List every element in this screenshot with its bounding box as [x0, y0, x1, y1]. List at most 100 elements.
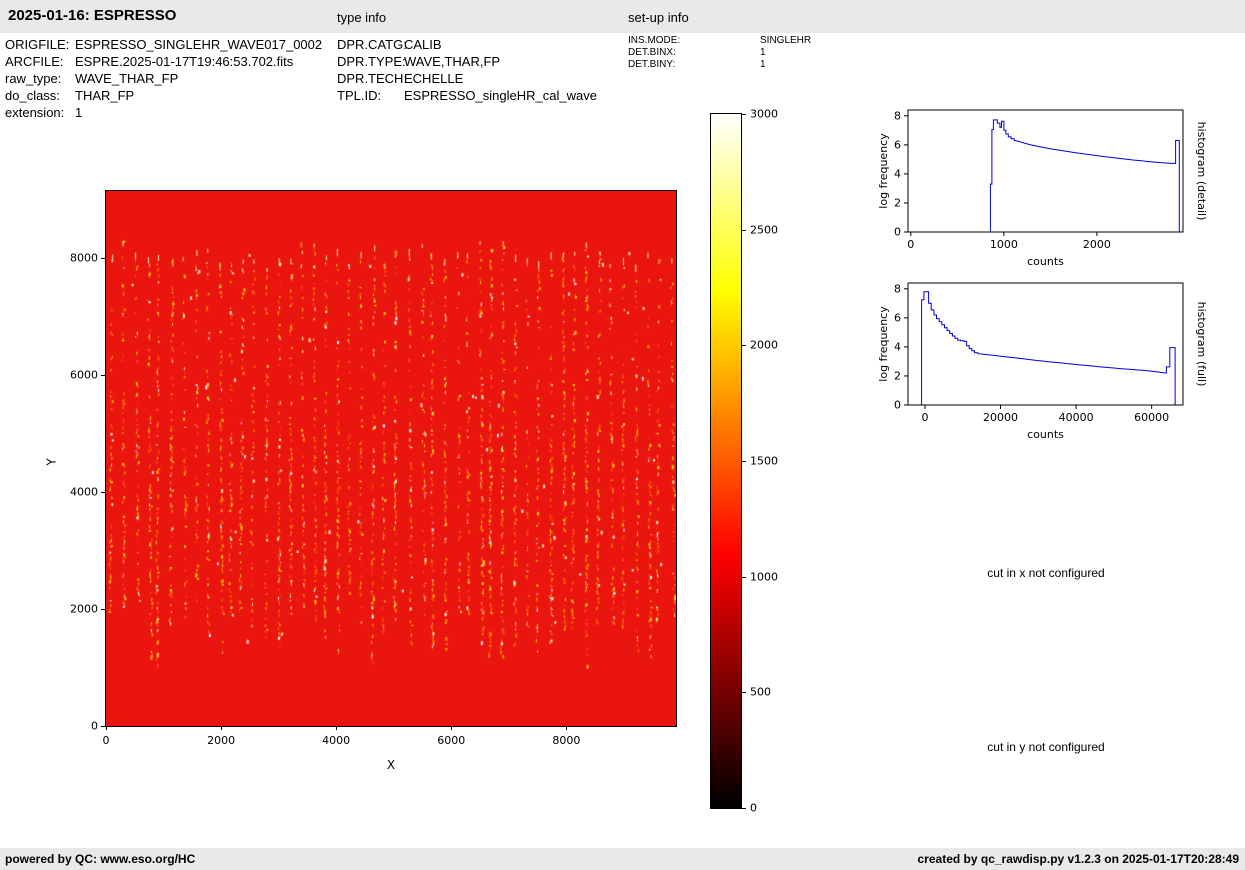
arcfile-value: ESPRE.2025-01-17T19:46:53.702.fits — [75, 54, 293, 69]
footer-credit: created by qc_rawdisp.py v1.2.3 on 2025-… — [918, 852, 1240, 866]
tick-mark — [336, 726, 337, 730]
extension-value: 1 — [75, 105, 82, 120]
detector-image-plot: 0200040006000800002000400060008000 — [105, 190, 677, 727]
x-tick-label: 1000 — [990, 238, 1018, 251]
detector-image — [106, 191, 676, 726]
x-tick-label: 0 — [907, 238, 914, 251]
plot-frame — [908, 110, 1183, 232]
histogram-line — [990, 120, 1179, 232]
rawtype-label: raw_type: — [5, 70, 75, 87]
y-tick-label: 8 — [894, 282, 901, 295]
file-info-block: ORIGFILE:ESPRESSO_SINGLEHR_WAVE017_0002 … — [5, 36, 322, 121]
origfile-label: ORIGFILE: — [5, 36, 75, 53]
colorbar-gradient — [711, 114, 741, 808]
detector-y-axis-label: Y — [45, 458, 59, 465]
dpr-type-value: WAVE,THAR,FP — [404, 54, 500, 69]
tpl-id-label: TPL.ID: — [337, 87, 404, 104]
arcfile-label: ARCFILE: — [5, 53, 75, 70]
cut-y-message: cut in y not configured — [987, 740, 1104, 754]
header-bar: 2025-01-16: ESPRESSO type info set-up in… — [0, 0, 1245, 33]
tick-label: 3000 — [750, 108, 778, 121]
tick-label: 0 — [103, 734, 110, 747]
rawtype-row: raw_type:WAVE_THAR_FP — [5, 70, 322, 87]
setup-info-block: INS.MODE:SINGLEHR DET.BINX:1 DET.BINY:1 — [628, 35, 811, 71]
y-tick-label: 0 — [894, 399, 901, 412]
plot-frame — [908, 283, 1183, 405]
tick-label: 2000 — [70, 602, 98, 615]
tpl-id-value: ESPRESSO_singleHR_cal_wave — [404, 88, 597, 103]
x-axis-label: counts — [1027, 255, 1064, 268]
y-tick-label: 4 — [894, 340, 901, 353]
rawtype-value: WAVE_THAR_FP — [75, 71, 178, 86]
tick-mark — [101, 492, 105, 493]
colorbar: 050010001500200025003000 — [710, 113, 742, 809]
tick-mark — [101, 375, 105, 376]
tick-label: 1500 — [750, 455, 778, 468]
doclass-value: THAR_FP — [75, 88, 134, 103]
dpr-type-label: DPR.TYPE: — [337, 53, 404, 70]
tick-label: 6000 — [70, 368, 98, 381]
y-tick-label: 0 — [894, 226, 901, 239]
det-binx-value: 1 — [760, 47, 766, 58]
tick-label: 2000 — [207, 734, 235, 747]
tick-label: 0 — [750, 802, 757, 815]
tick-mark — [742, 345, 746, 346]
histogram-line — [922, 292, 1176, 405]
x-tick-label: 60000 — [1134, 411, 1169, 424]
type-info-block: DPR.CATG:CALIB DPR.TYPE:WAVE,THAR,FP DPR… — [337, 36, 597, 104]
x-tick-label: 20000 — [983, 411, 1018, 424]
tpl-id-row: TPL.ID:ESPRESSO_singleHR_cal_wave — [337, 87, 597, 104]
qc-report-page: 2025-01-16: ESPRESSO type info set-up in… — [0, 0, 1245, 870]
det-biny-value: 1 — [760, 59, 766, 70]
det-binx-label: DET.BINX: — [628, 47, 760, 59]
dpr-tech-label: DPR.TECH: — [337, 70, 404, 87]
tick-label: 2500 — [750, 223, 778, 236]
doclass-row: do_class:THAR_FP — [5, 87, 322, 104]
footer-qc-link[interactable]: powered by QC: www.eso.org/HC — [5, 852, 195, 866]
plot-side-title: histogram (full) — [1195, 302, 1208, 387]
tick-label: 4000 — [322, 734, 350, 747]
setup-info-heading: set-up info — [628, 10, 689, 25]
extension-row: extension:1 — [5, 104, 322, 121]
arcfile-row: ARCFILE:ESPRE.2025-01-17T19:46:53.702.fi… — [5, 53, 322, 70]
y-tick-label: 4 — [894, 167, 901, 180]
tick-label: 6000 — [437, 734, 465, 747]
tick-label: 4000 — [70, 485, 98, 498]
dpr-type-row: DPR.TYPE:WAVE,THAR,FP — [337, 53, 597, 70]
tick-label: 8000 — [552, 734, 580, 747]
doclass-label: do_class: — [5, 87, 75, 104]
tick-label: 500 — [750, 686, 771, 699]
x-axis-label: counts — [1027, 428, 1064, 441]
det-biny-row: DET.BINY:1 — [628, 59, 811, 71]
y-tick-label: 2 — [894, 369, 901, 382]
type-info-heading: type info — [337, 10, 386, 25]
tick-mark — [101, 609, 105, 610]
dpr-catg-label: DPR.CATG: — [337, 36, 404, 53]
origfile-row: ORIGFILE:ESPRESSO_SINGLEHR_WAVE017_0002 — [5, 36, 322, 53]
tick-mark — [566, 726, 567, 730]
ins-mode-row: INS.MODE:SINGLEHR — [628, 35, 811, 47]
cut-x-message: cut in x not configured — [987, 566, 1104, 580]
page-title: 2025-01-16: ESPRESSO — [8, 7, 176, 24]
tick-label: 8000 — [70, 251, 98, 264]
ins-mode-value: SINGLEHR — [760, 35, 811, 46]
det-biny-label: DET.BINY: — [628, 59, 760, 71]
tick-mark — [742, 808, 746, 809]
x-tick-label: 40000 — [1059, 411, 1094, 424]
tick-mark — [742, 692, 746, 693]
x-tick-label: 2000 — [1083, 238, 1111, 251]
histogram-full-plot: 020000400006000002468countslog frequency… — [875, 273, 1220, 453]
y-tick-label: 2 — [894, 196, 901, 209]
y-axis-label: log frequency — [877, 306, 890, 382]
tick-mark — [742, 230, 746, 231]
tick-label: 0 — [91, 720, 98, 733]
y-tick-label: 6 — [894, 138, 901, 151]
tick-mark — [106, 726, 107, 730]
tick-label: 1000 — [750, 570, 778, 583]
tick-mark — [101, 258, 105, 259]
ins-mode-label: INS.MODE: — [628, 35, 760, 47]
tick-label: 2000 — [750, 339, 778, 352]
tick-mark — [742, 461, 746, 462]
origfile-value: ESPRESSO_SINGLEHR_WAVE017_0002 — [75, 37, 322, 52]
x-tick-label: 0 — [921, 411, 928, 424]
